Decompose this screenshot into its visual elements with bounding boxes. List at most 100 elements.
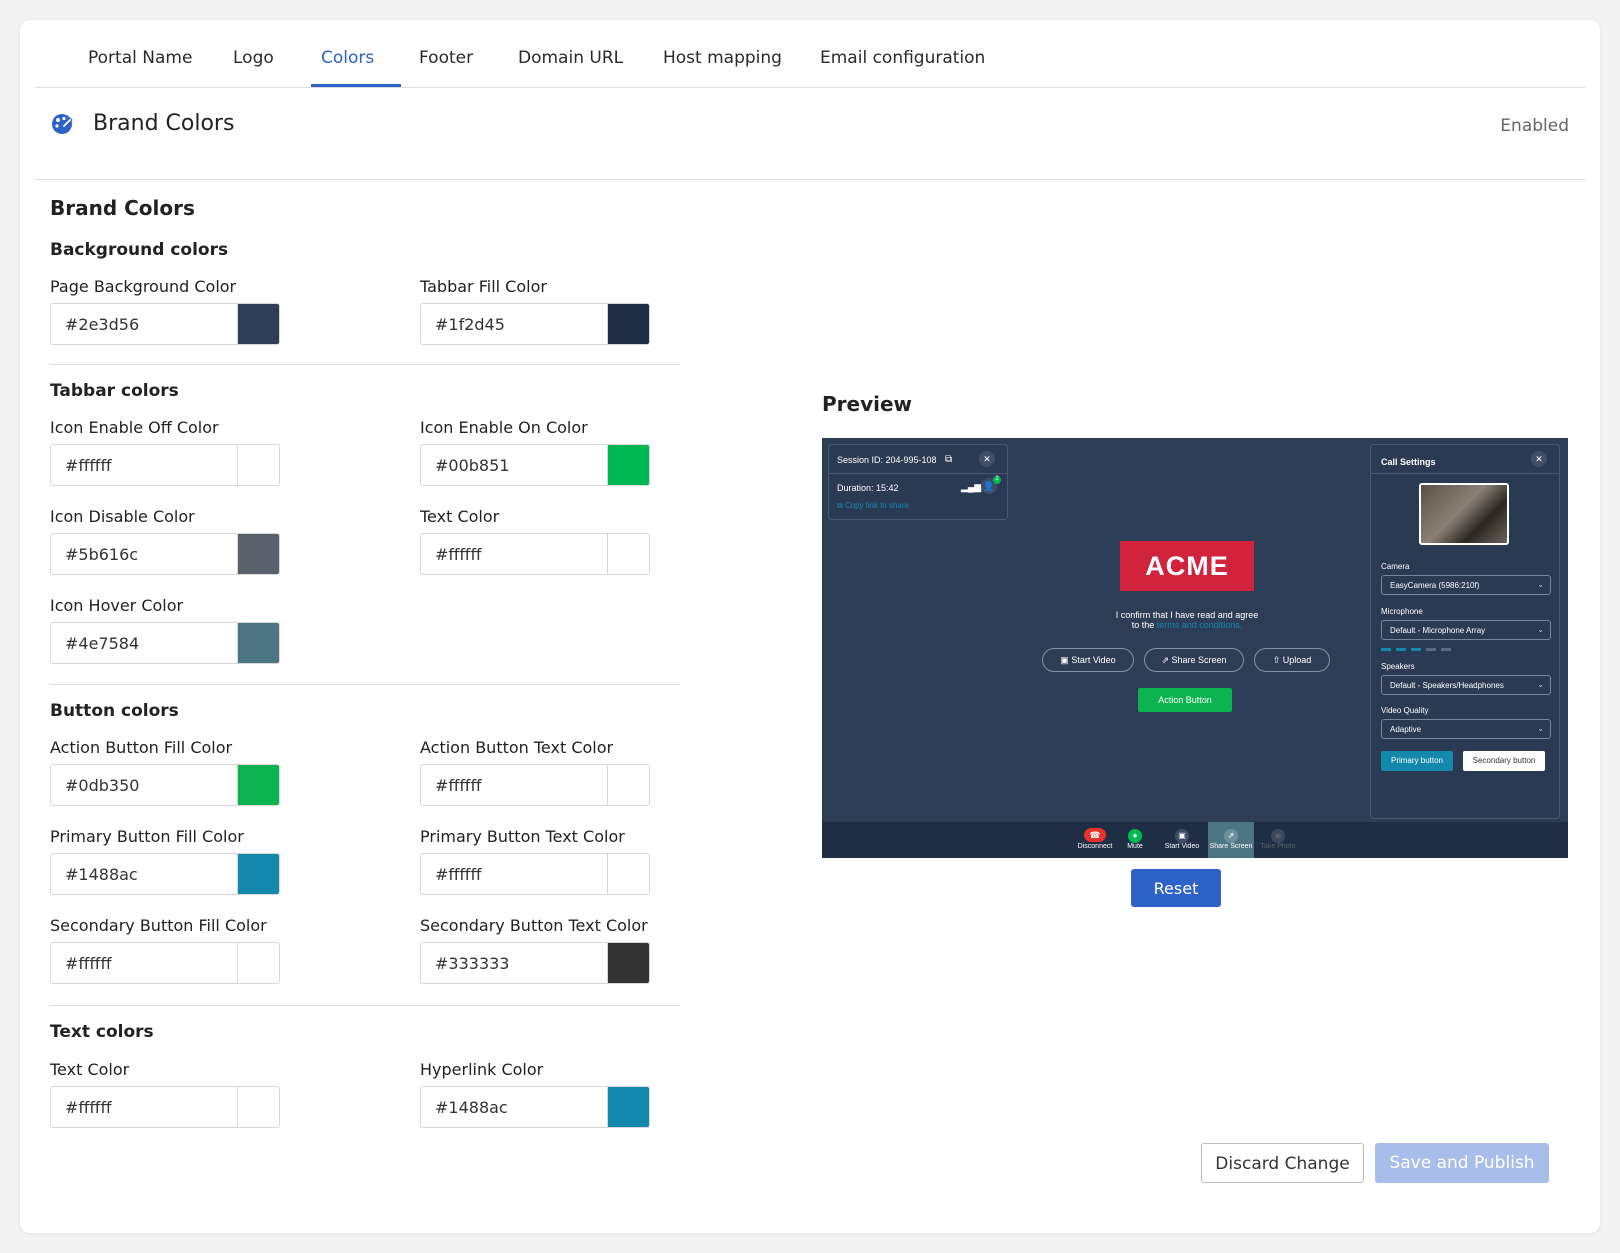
copy-link[interactable]: ⧉ Copy link to share [837, 501, 909, 511]
chevron-down-icon: ⌄ [1537, 625, 1544, 634]
microphone-icon: ● [1128, 829, 1142, 843]
color-swatch[interactable] [607, 534, 649, 574]
close-icon[interactable]: ✕ [1531, 451, 1547, 467]
action-button-fill-color-input[interactable]: #0db350 [50, 764, 280, 806]
secondary-button-fill-color-input[interactable]: #ffffff [50, 942, 280, 984]
preview-heading: Preview [822, 392, 913, 416]
terms-link[interactable]: terms and conditions. [1157, 620, 1243, 630]
microphone-label: Microphone [1381, 607, 1423, 616]
tabbar-text-color-input[interactable]: #ffffff [420, 533, 650, 575]
page-background-color-input[interactable]: #2e3d56 [50, 303, 280, 345]
chevron-down-icon: ⌄ [1537, 724, 1544, 733]
tab-footer[interactable]: Footer [419, 48, 473, 68]
color-swatch[interactable] [607, 854, 649, 894]
tabbar-fill-color-input[interactable]: #1f2d45 [420, 303, 650, 345]
color-swatch[interactable] [237, 765, 279, 805]
color-swatch[interactable] [237, 943, 279, 983]
preview-tabbar: ☎ Disconnect ● Mute ▣ Start Video ⇗ Shar… [822, 822, 1568, 858]
close-icon[interactable]: ✕ [979, 451, 995, 467]
primary-button-fill-color-input[interactable]: #1488ac [50, 853, 280, 895]
status-label: Enabled [1500, 116, 1569, 136]
save-and-publish-button[interactable]: Save and Publish [1375, 1143, 1549, 1183]
color-swatch[interactable] [607, 943, 649, 983]
field-label: Tabbar Fill Color [420, 277, 547, 296]
session-id: Session ID: 204-995-108 [837, 455, 937, 465]
toolbar-mute[interactable]: ● Mute [1118, 825, 1152, 857]
icon-hover-color-input[interactable]: #4e7584 [50, 622, 280, 664]
session-info-panel: Session ID: 204-995-108 ⧉ ✕ Duration: 15… [828, 444, 1008, 520]
discard-change-button[interactable]: Discard Change [1201, 1143, 1364, 1183]
divider [50, 364, 680, 365]
divider [50, 684, 680, 685]
action-button[interactable]: Action Button [1138, 688, 1232, 712]
toolbar-disconnect[interactable]: ☎ Disconnect [1072, 825, 1118, 857]
upload-pill[interactable]: ⇧ Upload [1254, 648, 1330, 672]
field-label: Icon Hover Color [50, 596, 184, 615]
copy-icon[interactable]: ⧉ [945, 454, 952, 465]
tab-portal-name[interactable]: Portal Name [88, 48, 192, 68]
primary-button-text-color-input[interactable]: #ffffff [420, 853, 650, 895]
action-button-text-color-input[interactable]: #ffffff [420, 764, 650, 806]
video-quality-select[interactable]: Adaptive ⌄ [1381, 719, 1551, 739]
tab-colors[interactable]: Colors [321, 48, 374, 68]
secondary-button[interactable]: Secondary button [1463, 751, 1545, 771]
tab-email-configuration[interactable]: Email configuration [820, 48, 985, 68]
field-label: Secondary Button Text Color [420, 916, 648, 935]
text-colors-heading: Text colors [50, 1022, 154, 1042]
reset-button[interactable]: Reset [1131, 869, 1221, 907]
video-icon: ▣ [1175, 829, 1189, 843]
color-swatch[interactable] [237, 854, 279, 894]
color-swatch[interactable] [607, 1087, 649, 1127]
participants-badge: 2 [993, 476, 1001, 484]
toolbar-share-screen[interactable]: ⇗ Share Screen [1208, 822, 1254, 858]
tab-host-mapping[interactable]: Host mapping [663, 48, 782, 68]
field-label: Secondary Button Fill Color [50, 916, 267, 935]
toolbar-take-photo: ◉ Take Photo [1260, 829, 1296, 850]
primary-button[interactable]: Primary button [1381, 751, 1453, 771]
icon-enable-off-color-input[interactable]: #ffffff [50, 444, 280, 486]
mic-level-meter [1381, 648, 1461, 651]
divider [50, 1005, 680, 1006]
call-settings-title: Call Settings [1381, 457, 1436, 467]
icon-enable-on-color-input[interactable]: #00b851 [420, 444, 650, 486]
chevron-down-icon: ⌄ [1537, 680, 1544, 689]
field-label: Icon Enable On Color [420, 418, 588, 437]
consent-text: I confirm that I have read and agree to … [1115, 610, 1259, 630]
camera-preview-image [1419, 483, 1509, 545]
secondary-button-text-color-input[interactable]: #333333 [420, 942, 650, 984]
field-label: Page Background Color [50, 277, 237, 296]
tab-logo[interactable]: Logo [233, 48, 274, 68]
color-swatch[interactable] [237, 445, 279, 485]
color-swatch[interactable] [607, 304, 649, 344]
hyperlink-color-input[interactable]: #1488ac [420, 1086, 650, 1128]
signal-icon: ▂▄▆ [961, 482, 982, 492]
phone-hangup-icon: ☎ [1084, 828, 1106, 842]
chevron-down-icon: ⌄ [1537, 580, 1544, 589]
icon-disable-color-input[interactable]: #5b616c [50, 533, 280, 575]
microphone-select[interactable]: Default - Microphone Array ⌄ [1381, 620, 1551, 640]
preview-panel: Session ID: 204-995-108 ⧉ ✕ Duration: 15… [822, 438, 1568, 858]
field-label: Action Button Text Color [420, 738, 614, 757]
color-swatch[interactable] [237, 1087, 279, 1127]
field-label: Hyperlink Color [420, 1060, 544, 1079]
camera-select[interactable]: EasyCamera (5986:210f) ⌄ [1381, 575, 1551, 595]
speakers-select[interactable]: Default - Speakers/Headphones ⌄ [1381, 675, 1551, 695]
start-video-pill[interactable]: ▣ Start Video [1042, 648, 1134, 672]
toolbar-start-video[interactable]: ▣ Start Video [1160, 825, 1204, 857]
color-swatch[interactable] [607, 445, 649, 485]
color-swatch[interactable] [607, 765, 649, 805]
share-screen-pill[interactable]: ⇗ Share Screen [1144, 648, 1244, 672]
tab-domain-url[interactable]: Domain URL [518, 48, 623, 68]
call-settings-panel: Call Settings ✕ Camera EasyCamera (5986:… [1370, 444, 1560, 819]
field-label: Text Color [420, 507, 500, 526]
brand-colors-heading: Brand Colors [50, 196, 195, 220]
color-swatch[interactable] [237, 534, 279, 574]
background-colors-heading: Background colors [50, 240, 229, 260]
text-color-input[interactable]: #ffffff [50, 1086, 280, 1128]
button-colors-heading: Button colors [50, 701, 179, 721]
active-tab-indicator [311, 84, 401, 87]
settings-card: Portal Name Logo Colors Footer Domain UR… [20, 20, 1600, 1233]
video-quality-label: Video Quality [1381, 706, 1429, 715]
color-swatch[interactable] [237, 623, 279, 663]
color-swatch[interactable] [237, 304, 279, 344]
